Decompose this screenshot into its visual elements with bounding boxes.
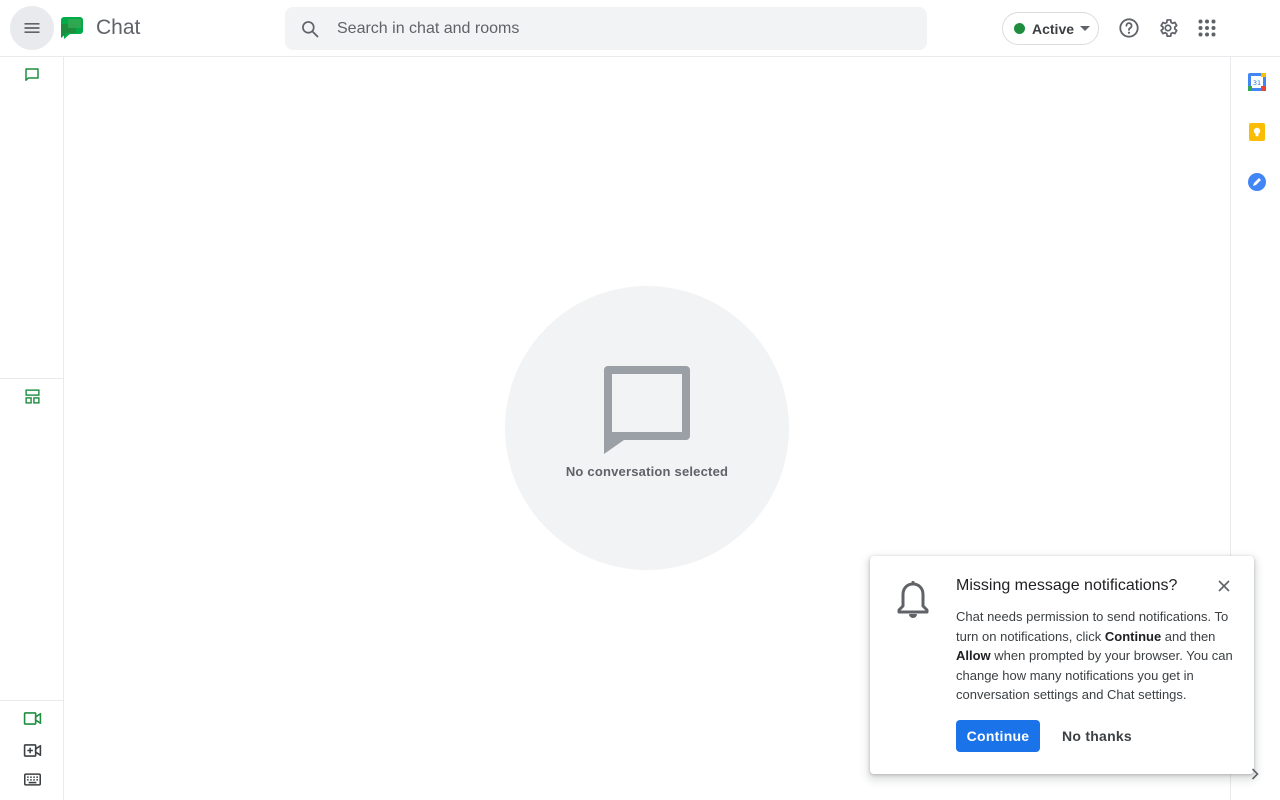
meet-section-button[interactable] [22,708,42,728]
calendar-icon[interactable]: 31 [1247,72,1267,92]
new-meeting-icon [23,743,41,757]
app-title: Chat [96,16,141,39]
chevron-right-icon [1251,768,1259,780]
rail-divider [0,700,63,701]
notification-title: Missing message notifications? [956,577,1178,594]
chat-icon [25,68,39,81]
chat-section-button[interactable] [22,65,42,85]
notification-body-text: when prompted by your browser. You can c… [956,648,1233,702]
status-dot [1014,23,1025,34]
apps-button[interactable] [1194,15,1220,41]
chat-bubble-icon [604,366,690,454]
notification-body: Chat needs permission to send notificati… [956,607,1234,705]
rooms-section-button[interactable] [22,386,42,406]
close-button[interactable] [1214,576,1234,596]
new-meeting-button[interactable] [22,740,42,760]
main-menu-button[interactable] [10,6,54,50]
close-icon [1218,580,1230,592]
keyboard-icon [23,772,41,786]
settings-button[interactable] [1155,15,1181,41]
search-bar[interactable] [285,7,927,50]
empty-state-text: No conversation selected [565,464,729,479]
svg-text:31: 31 [1253,79,1261,87]
top-bar: Chat Active [0,0,1280,57]
meet-icon [23,711,41,725]
keep-icon[interactable] [1247,122,1267,142]
help-icon [1119,18,1139,38]
no-thanks-button[interactable]: No thanks [1056,720,1138,752]
continue-button[interactable]: Continue [956,720,1040,752]
rooms-icon [24,388,40,404]
search-icon[interactable] [300,19,320,39]
gear-icon [1160,19,1178,37]
expand-side-panel-button[interactable] [1247,766,1263,782]
status-label: Active [1032,20,1075,37]
tasks-icon[interactable] [1247,172,1267,192]
bell-icon [897,581,929,618]
notification-body-bold: Continue [1104,628,1162,644]
search-input[interactable] [335,18,927,39]
chevron-down-icon [1080,25,1091,32]
notification-permission-card: Missing message notifications? Chat need… [870,556,1254,774]
chat-logo-icon[interactable] [59,15,85,41]
apps-grid-icon [1198,19,1216,37]
empty-state: No conversation selected [505,286,789,570]
keyboard-shortcuts-button[interactable] [22,769,42,789]
notification-body-text: and then [1161,628,1216,644]
notification-body-bold: Allow [956,648,991,663]
status-selector[interactable]: Active [1002,12,1099,45]
left-rail [0,57,64,800]
help-button[interactable] [1116,15,1142,41]
menu-icon [24,23,40,33]
rail-divider [0,378,63,379]
